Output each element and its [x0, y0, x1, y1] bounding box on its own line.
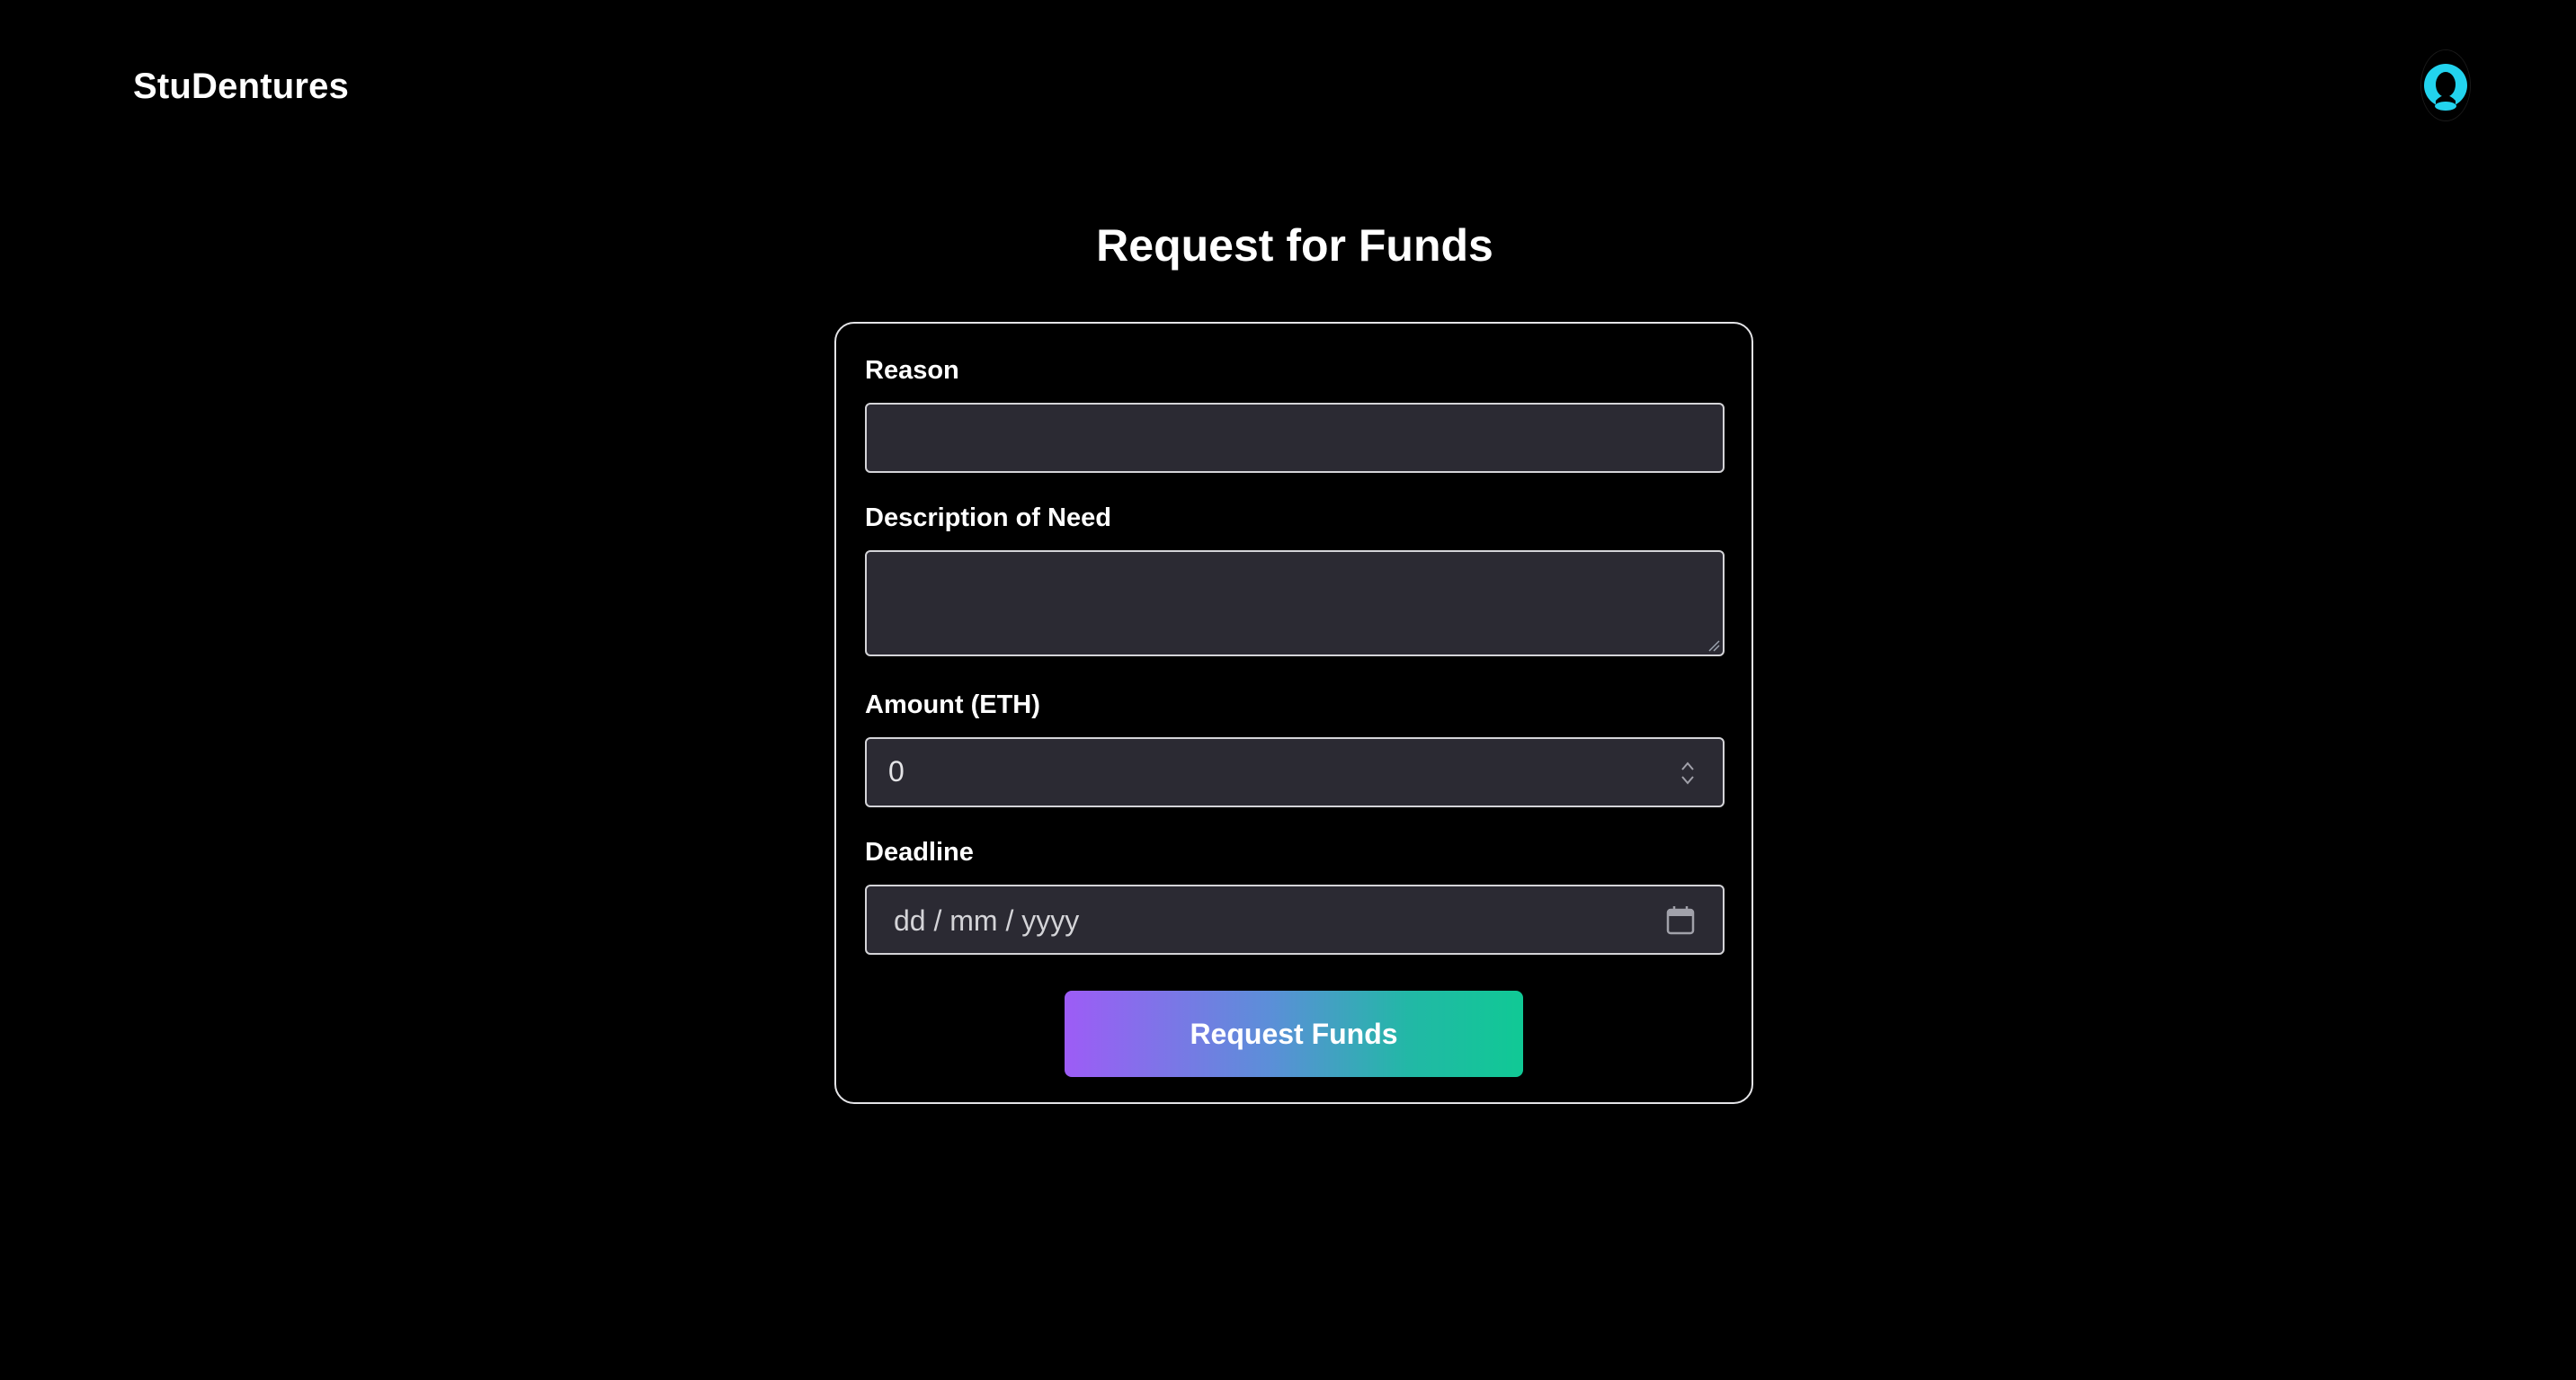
deadline-label: Deadline	[865, 838, 974, 867]
amount-input[interactable]: 0	[865, 737, 1725, 807]
resize-grip-icon[interactable]	[1707, 639, 1720, 652]
calendar-icon[interactable]	[1665, 904, 1696, 937]
deadline-date-input[interactable]: dd / mm / yyyy	[865, 885, 1725, 955]
description-textarea[interactable]	[865, 550, 1725, 656]
user-avatar-button[interactable]	[2421, 50, 2470, 120]
spinner-arrows-icon[interactable]	[1680, 759, 1696, 788]
request-funds-button[interactable]: Request Funds	[1065, 991, 1523, 1077]
reason-label: Reason	[865, 356, 959, 385]
description-label: Description of Need	[865, 503, 1111, 532]
page-title: Request for Funds	[1096, 220, 1493, 271]
deadline-placeholder: dd / mm / yyyy	[894, 904, 1080, 937]
reason-input[interactable]	[865, 403, 1725, 473]
page: StuDentures Request for Funds Reason Des…	[0, 0, 2576, 1380]
brand-logo-text[interactable]: StuDentures	[133, 67, 349, 107]
amount-label: Amount (ETH)	[865, 690, 1040, 719]
amount-value: 0	[888, 755, 905, 788]
request-funds-form: Reason Description of Need Amount (ETH) …	[834, 322, 1753, 1104]
user-avatar-icon	[2421, 50, 2470, 120]
